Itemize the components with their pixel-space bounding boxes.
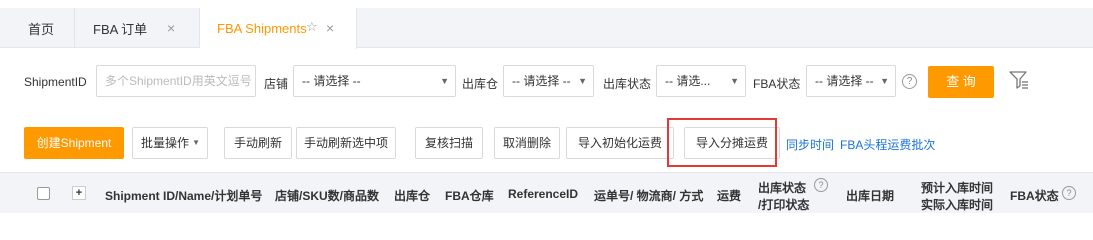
tab-home-label: 首页 [28,21,55,37]
tab-bar: 首页 FBA 订单 × FBA Shipments ☆ × [0,0,1093,49]
shipment-id-label: ShipmentID [24,75,87,89]
store-select-value: -- 请选择 -- [302,74,361,88]
out-status-select-value: -- 请选... [665,74,711,88]
tab-home[interactable]: 首页 [0,8,75,48]
col-actual-inbound: 实际入库时间 [921,198,994,212]
manual-refresh-button[interactable]: 手动刷新 [224,127,292,159]
create-shipment-button[interactable]: 创建Shipment [24,127,124,159]
chevron-down-icon: ▼ [730,76,739,86]
col-fba-status: FBA状态 [1010,189,1059,203]
col-warehouse: 出库仓 [394,189,431,203]
query-button[interactable]: 查 询 [928,66,994,98]
col-shipment: Shipment ID/Name/计划单号 [105,189,263,203]
store-select[interactable]: -- 请选择 -- ▼ [293,65,456,97]
col-print-status: /打印状态 [758,198,810,212]
help-icon[interactable]: ? [1062,186,1076,200]
recheck-scan-button[interactable]: 复核扫描 [415,127,483,159]
tab-fba-order-label: FBA 订单 [93,21,148,37]
import-initial-freight-button[interactable]: 导入初始化运费 [566,127,674,159]
fba-status-label: FBA状态 [753,77,801,91]
star-icon[interactable]: ☆ [306,19,318,35]
fba-status-select[interactable]: -- 请选择 -- ▼ [806,65,896,97]
help-icon[interactable]: ? [902,74,917,89]
fba-status-select-value: -- 请选择 -- [815,74,874,88]
warehouse-label: 出库仓 [462,77,499,91]
tab-fba-shipments[interactable]: FBA Shipments ☆ × [200,8,357,49]
chevron-down-icon: ▼ [440,76,449,86]
col-expected-inbound: 预计入库时间 [921,181,994,195]
filter-icon[interactable] [1008,69,1030,91]
caret-down-icon: ▼ [192,138,200,147]
tab-fba-order[interactable]: FBA 订单 × [75,8,200,48]
expand-all-button[interactable]: + [72,186,86,200]
col-fba-warehouse: FBA仓库 [445,189,494,203]
store-label: 店铺 [264,77,289,91]
out-status-label: 出库状态 [603,77,652,91]
tab-fba-shipments-label: FBA Shipments [217,21,307,36]
manual-refresh-selected-button[interactable]: 手动刷新选中项 [296,127,396,159]
col-store-sku: 店铺/SKU数/商品数 [275,189,380,203]
col-tracking: 运单号/ 物流商/ 方式 [594,189,704,203]
sync-time-link[interactable]: 同步时间 [786,136,834,153]
select-all-checkbox[interactable] [37,187,50,200]
col-out-date: 出库日期 [846,189,895,203]
top-strip [0,0,1093,8]
close-icon[interactable]: × [326,20,334,36]
chevron-down-icon: ▼ [578,76,587,86]
cancel-delete-button[interactable]: 取消删除 [494,127,560,159]
shipment-id-placeholder: 多个ShipmentID用英文逗号 [105,74,252,88]
shipment-id-input[interactable]: 多个ShipmentID用英文逗号 [96,65,256,97]
warehouse-select-value: -- 请选择 -- [512,74,571,88]
chevron-down-icon: ▼ [880,76,889,86]
highlight-box [667,118,777,167]
col-freight: 运费 [717,189,742,203]
out-status-select[interactable]: -- 请选... ▼ [656,65,746,97]
batch-ops-label: 批量操作 [141,136,190,150]
help-icon[interactable]: ? [814,178,828,192]
col-reference-id: ReferenceID [508,187,579,201]
close-icon[interactable]: × [167,20,175,36]
col-out-status: 出库状态 [758,181,807,195]
fba-head-freight-batch-link[interactable]: FBA头程运费批次 [840,136,935,153]
batch-ops-button[interactable]: 批量操作 ▼ [132,127,208,159]
warehouse-select[interactable]: -- 请选择 -- ▼ [503,65,594,97]
